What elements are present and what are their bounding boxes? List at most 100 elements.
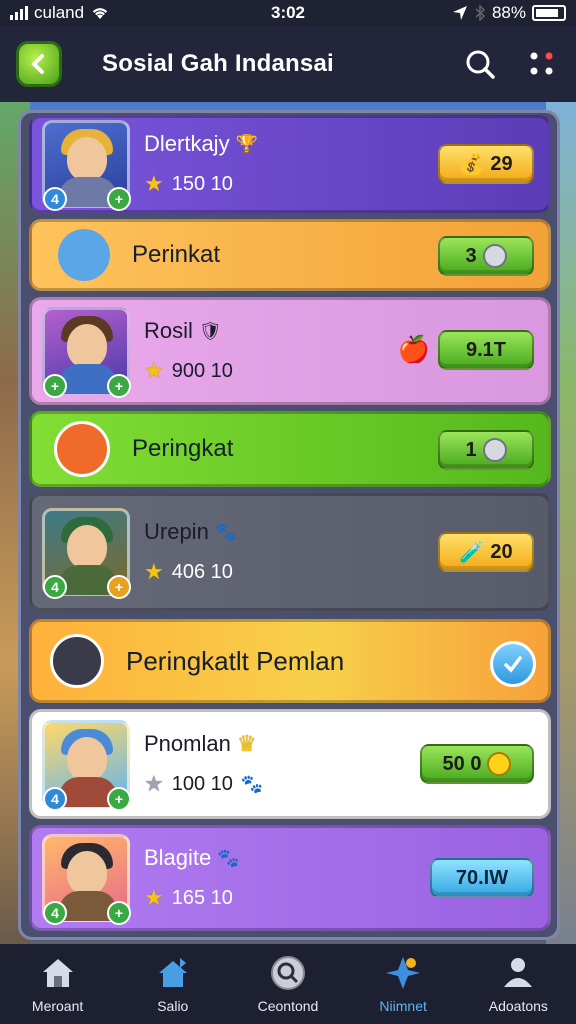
add-friend-icon[interactable]: + (107, 187, 131, 211)
list-item[interactable]: 4 + Dlertkajy 🏆 ★ 150 10 💰 29 (29, 115, 551, 213)
star-icon: ★ (144, 771, 164, 796)
player-info: Blagite 🐾 ★ 165 10 (144, 845, 240, 911)
reward-button[interactable]: 50 0 (420, 744, 534, 784)
nav-item-adoatons[interactable]: Adoatons (463, 954, 573, 1014)
nav-item-ceontond[interactable]: Ceontond (233, 954, 343, 1014)
reward-value: 70.IW (455, 866, 509, 889)
search-disc-icon (270, 956, 305, 990)
search-icon (466, 50, 495, 79)
player-score: 900 10 (171, 359, 233, 382)
player-score: 150 10 (171, 172, 233, 195)
potion-icon: 🧪 (459, 541, 485, 564)
section-banner: Perinkat 3 (29, 219, 551, 291)
avatar: 4 + (42, 834, 131, 925)
level-badge-icon: 4 (43, 787, 67, 811)
level-badge-icon: 4 (43, 187, 67, 211)
player-name: Rosil (144, 318, 193, 343)
fox-mascot-icon (54, 421, 110, 477)
reward-button[interactable]: 70.IW (430, 858, 534, 898)
profile-icon (504, 958, 533, 987)
carrier-label: culand (34, 3, 85, 22)
header-actions (462, 46, 560, 82)
player-score: 100 10 (171, 772, 233, 795)
star-icon: ★ (144, 358, 164, 383)
battery-percent: 88% (491, 3, 526, 22)
player-name: Pnomlan (144, 731, 231, 756)
player-name: Dlertkajy (144, 131, 230, 156)
star-icon: ★ (144, 885, 164, 910)
list-item[interactable]: + + Rosil 🛡 ★ 900 10 🍎 9.1T (29, 297, 551, 405)
reward-value: 20 (490, 540, 513, 563)
list-item[interactable]: 4 + Blagite 🐾 ★ 165 10 70.IW (29, 825, 551, 931)
nav-label: Niimnet (379, 998, 427, 1014)
nav-label: Salio (157, 998, 189, 1014)
add-friend-icon[interactable]: + (107, 374, 131, 398)
trophy-icon: 🏆 (235, 133, 258, 154)
add-friend-icon[interactable]: + (43, 374, 67, 398)
apple-icon: 🍎 (397, 334, 430, 364)
add-friend-icon[interactable]: + (107, 787, 131, 811)
banner-title: Peringkatlt Pemlan (126, 645, 345, 676)
reward-button[interactable]: 1 (438, 430, 534, 470)
list-item[interactable]: 4 + Pnomlan ♛ ★ 100 10 🐾 50 0 (29, 709, 551, 819)
wifi-icon (92, 8, 108, 19)
back-chevron-icon (31, 54, 44, 74)
avatar: 4 + (42, 120, 131, 211)
player-info: Dlertkajy 🏆 ★ 150 10 (144, 131, 258, 197)
avatar: 4 + (42, 720, 131, 811)
smiley-coin-icon (487, 752, 512, 776)
bluetooth-icon (475, 5, 486, 21)
crown-icon: ♛ (236, 731, 257, 756)
bottom-nav: Meroant Salio Ceontond Niimnet Adoatons (0, 944, 576, 1024)
more-dots-icon (530, 52, 553, 75)
app-logo[interactable] (16, 41, 62, 87)
nav-label: Ceontond (257, 998, 319, 1014)
status-left: culand (10, 3, 110, 23)
reward-value: 9.1T (465, 338, 507, 361)
add-friend-icon[interactable]: + (107, 575, 131, 599)
star-icon: ★ (144, 559, 164, 584)
section-banner: Peringkat 1 (29, 411, 551, 487)
reward-button[interactable]: 💰 29 (438, 144, 534, 184)
silver-coin-icon (482, 244, 507, 268)
reward-value: 50 0 (442, 752, 482, 775)
banner-title: Perinkat (132, 241, 221, 268)
nav-item-home[interactable]: Meroant (3, 954, 113, 1014)
app-title: Sosial Gah Indansai (102, 50, 334, 77)
app-header: Sosial Gah Indansai (0, 26, 576, 102)
location-arrow-icon (452, 6, 467, 20)
leaderboard-panel: 4 + Dlertkajy 🏆 ★ 150 10 💰 29 Perinkat 3 (18, 110, 560, 940)
avatar: 4 + (42, 508, 131, 599)
nav-label: Meroant (31, 998, 84, 1014)
check-icon (504, 656, 522, 673)
status-bar: culand 3:02 88% (0, 0, 576, 26)
nav-label: Adoatons (488, 998, 548, 1014)
ninja-mascot-icon (50, 634, 104, 688)
reward-value: 3 (465, 244, 477, 267)
nav-item-salio[interactable]: Salio (118, 954, 228, 1014)
signal-icon (10, 6, 28, 20)
player-name: Urepin (144, 519, 209, 544)
level-badge-icon: 4 (43, 901, 67, 925)
list-item[interactable]: 4 + Urepin 🐾 ★ 406 10 🧪 20 (29, 493, 551, 611)
cat-mascot-icon (58, 229, 110, 281)
reward-button[interactable]: 3 (438, 236, 534, 276)
avatar: + + (42, 307, 131, 398)
silver-coin-icon (482, 438, 507, 462)
reward-value: 29 (490, 152, 513, 175)
reward-button[interactable]: 🧪 20 (438, 532, 534, 572)
house-flag-icon (158, 958, 187, 987)
search-button[interactable] (462, 46, 498, 82)
more-menu-button[interactable] (524, 46, 560, 82)
reward-button[interactable]: 9.1T (438, 330, 534, 370)
money-bag-icon: 💰 (459, 153, 485, 176)
level-badge-icon: 4 (43, 575, 67, 599)
status-right: 88% (452, 3, 566, 23)
confirm-check-button[interactable] (490, 641, 536, 687)
player-name: Blagite (144, 845, 212, 870)
nav-item-niimnet[interactable]: Niimnet (348, 954, 458, 1014)
add-friend-icon[interactable]: + (107, 901, 131, 925)
player-info: Urepin 🐾 ★ 406 10 (144, 519, 237, 585)
battery-icon (532, 5, 566, 21)
paw-icon: 🐾 (217, 847, 240, 868)
